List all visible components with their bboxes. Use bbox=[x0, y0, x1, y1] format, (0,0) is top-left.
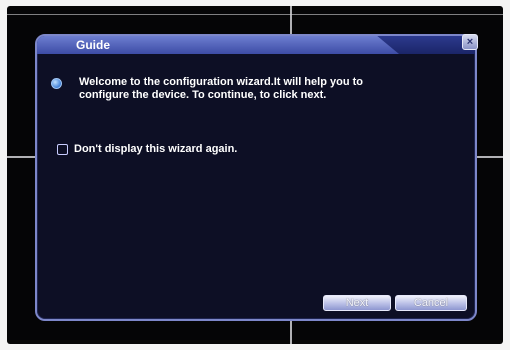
cancel-button[interactable]: Cancel bbox=[395, 295, 467, 311]
title-bar: Guide bbox=[37, 36, 475, 54]
close-icon[interactable]: × bbox=[462, 34, 478, 50]
dialog-title: Guide bbox=[76, 38, 111, 52]
dont-display-again-checkbox[interactable] bbox=[57, 144, 68, 155]
next-button[interactable]: Next bbox=[323, 295, 391, 311]
message-text: Welcome to the configuration wizard.It w… bbox=[79, 76, 363, 101]
guide-dialog: Guide × Welcome to the configuration wiz… bbox=[35, 34, 478, 321]
info-icon bbox=[51, 78, 62, 89]
camera-grid-divider-top bbox=[7, 14, 503, 15]
dont-display-again-label: Don't display this wizard again. bbox=[74, 143, 238, 155]
monitor-screen: Guide × Welcome to the configuration wiz… bbox=[7, 6, 503, 344]
